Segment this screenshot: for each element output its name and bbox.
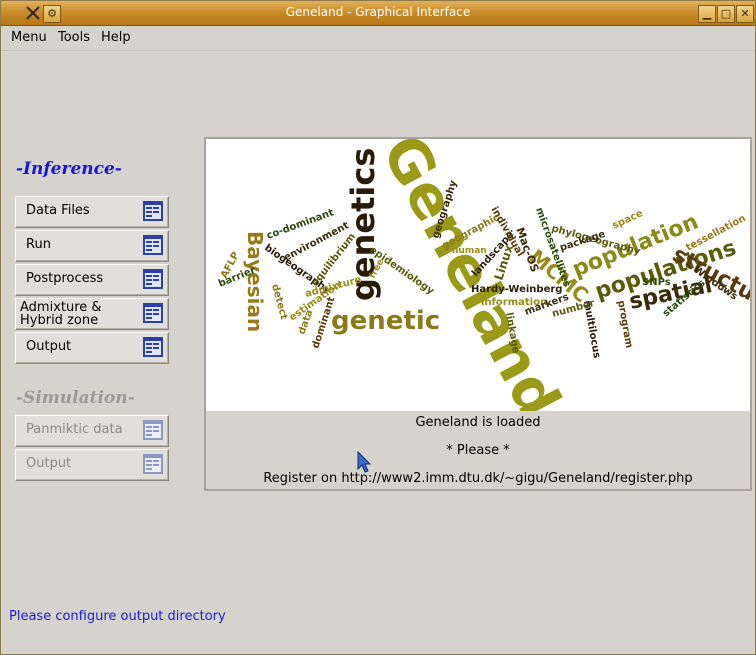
window-icon — [143, 269, 163, 289]
output-label: Output — [26, 339, 72, 354]
window-icon — [143, 420, 163, 440]
mouse-cursor-icon — [357, 450, 373, 477]
hybrid-zone-label: Hybrid zone — [20, 313, 99, 328]
word-human: human — [452, 246, 487, 256]
inference-title: -Inference- — [16, 159, 122, 179]
register-message[interactable]: Register on http://www2.imm.dtu.dk/~gigu… — [206, 471, 750, 486]
word-snps: SNPs — [642, 277, 671, 288]
window-icon — [143, 454, 163, 474]
window-icon — [143, 303, 163, 323]
panmiktic-data-button[interactable]: Panmiktic data — [15, 415, 169, 447]
window-icon — [143, 201, 163, 221]
title-bar[interactable]: ⚙ Geneland - Graphical Interface ▁ □ ✕ — [1, 1, 755, 26]
minimize-icon[interactable]: ▁ — [698, 5, 716, 23]
menu-help[interactable]: Help — [101, 30, 131, 45]
word-space: space — [611, 208, 645, 232]
run-button[interactable]: Run — [15, 230, 169, 262]
data-files-label: Data Files — [26, 203, 90, 218]
word-hardy-weinberg: Hardy-Weinberg — [471, 284, 562, 295]
window-title: Geneland - Graphical Interface — [285, 5, 471, 19]
simulation-title: -Simulation- — [16, 388, 135, 408]
word-bayesian: Bayesian — [243, 231, 267, 332]
main-window: ⚙ Geneland - Graphical Interface ▁ □ ✕ M… — [0, 0, 756, 655]
word-cloud-svg: Geneland genetics genetic Bayesian popul… — [217, 139, 750, 411]
admixture-hybrid-zone-button[interactable]: Admixture & Hybrid zone — [15, 298, 169, 330]
main-panel: Geneland genetics genetic Bayesian popul… — [204, 137, 752, 491]
menu-menu[interactable]: Menu — [11, 30, 47, 45]
status-message: Please configure output directory — [9, 609, 226, 624]
maximize-icon[interactable]: □ — [717, 5, 735, 23]
please-message: * Please * — [446, 443, 510, 458]
close-icon[interactable]: ✕ — [736, 5, 754, 23]
word-detect: detect — [269, 283, 289, 321]
window-icon — [143, 337, 163, 357]
postprocess-label: Postprocess — [26, 271, 104, 286]
panmiktic-data-label: Panmiktic data — [26, 422, 123, 437]
simulation-output-label: Output — [26, 456, 72, 471]
window-icon — [143, 235, 163, 255]
output-button[interactable]: Output — [15, 332, 169, 364]
run-label: Run — [26, 237, 51, 252]
menu-bar: Menu Tools Help — [1, 26, 755, 51]
simulation-output-button[interactable]: Output — [15, 449, 169, 481]
word-cloud-image: Geneland genetics genetic Bayesian popul… — [206, 139, 750, 411]
data-files-button[interactable]: Data Files — [15, 196, 169, 228]
word-genetic: genetic — [331, 306, 440, 336]
loaded-message: Geneland is loaded — [415, 415, 541, 430]
menu-tools[interactable]: Tools — [58, 30, 90, 45]
postprocess-button[interactable]: Postprocess — [15, 264, 169, 296]
